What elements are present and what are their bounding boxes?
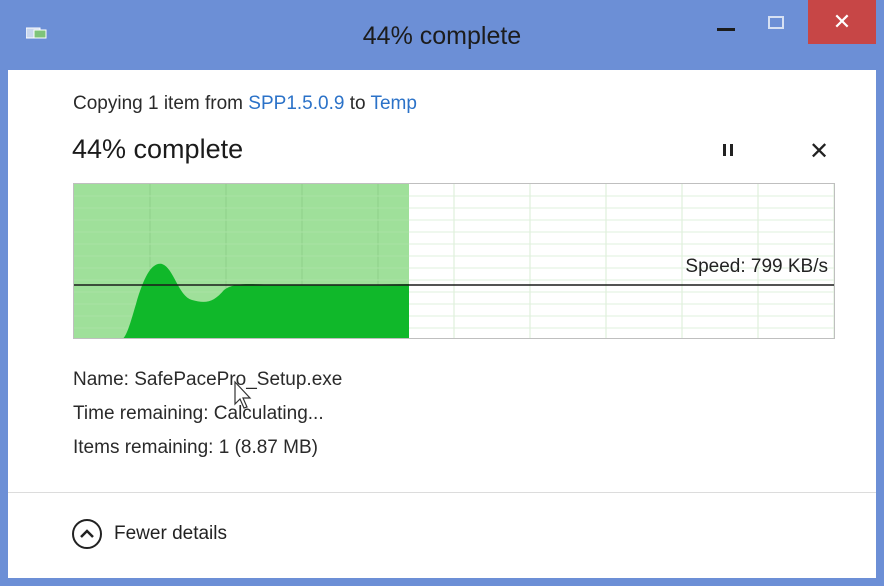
destination-link[interactable]: Temp [370, 93, 416, 114]
title-bar[interactable]: 44% complete ✕ [0, 0, 884, 70]
maximize-button[interactable] [752, 0, 800, 44]
speed-label: Speed: 799 KB/s [685, 256, 828, 277]
transfer-speed-graph: Speed: 799 KB/s [73, 183, 835, 339]
chevron-up-icon [72, 519, 102, 549]
progress-label: 44% complete [72, 134, 244, 164]
close-window-button[interactable]: ✕ [808, 0, 876, 44]
source-link[interactable]: SPP1.5.0.9 [248, 93, 344, 114]
minimize-icon [717, 27, 735, 31]
close-icon: ✕ [832, 9, 852, 34]
fewer-details-button[interactable]: Fewer details [72, 519, 227, 549]
pause-icon [721, 143, 735, 161]
pause-button[interactable] [716, 140, 740, 164]
divider [8, 492, 876, 493]
items-remaining: Items remaining: 1 (8.87 MB) [73, 437, 318, 458]
time-remaining: Time remaining: Calculating... [73, 403, 324, 424]
copy-progress-window: 44% complete ✕ Copying 1 item from SPP1.… [0, 0, 884, 586]
minimize-button[interactable] [702, 0, 750, 44]
mouse-pointer-icon [234, 380, 252, 409]
copy-summary: Copying 1 item from SPP1.5.0.9 to Temp [73, 93, 417, 114]
maximize-icon [768, 15, 784, 29]
file-name: Name: SafePacePro_Setup.exe [73, 369, 343, 390]
cancel-button[interactable]: ✕ [806, 138, 832, 166]
cancel-icon: ✕ [808, 138, 830, 165]
